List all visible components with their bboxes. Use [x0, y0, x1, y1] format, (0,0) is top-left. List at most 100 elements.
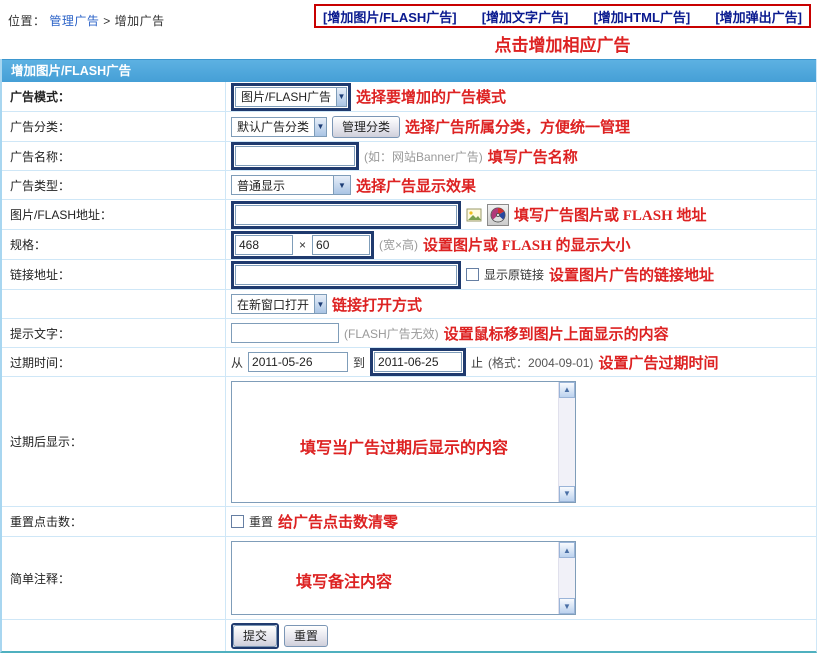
- expire-format-note: (格式：2004-09-01): [488, 354, 593, 371]
- date-to-input[interactable]: [374, 352, 462, 372]
- add-ad-links-box: [增加图片/FLASH广告] [增加文字广告] [增加HTML广告] [增加弹出…: [314, 4, 811, 28]
- textarea-scrollbar[interactable]: ▲ ▼: [558, 542, 575, 614]
- row-expired-content: 过期后显示： 填写当广告过期后显示的内容 ▲ ▼: [2, 377, 816, 507]
- flash-address-input[interactable]: [235, 205, 457, 225]
- highlight-box: [231, 142, 359, 170]
- comment-label: 简单注释：: [2, 537, 226, 619]
- date-from-input[interactable]: [248, 352, 348, 372]
- chevron-down-icon[interactable]: ▼: [336, 88, 346, 106]
- annotation-top-links: 点击增加相应广告: [314, 31, 811, 56]
- scroll-up-icon[interactable]: ▲: [559, 382, 575, 398]
- breadcrumb-location-label: 位置：: [8, 14, 46, 28]
- row-open-mode: 在新窗口打开 ▼ 链接打开方式: [2, 290, 816, 319]
- show-original-link-checkbox[interactable]: [466, 268, 479, 281]
- add-image-flash-ad-link[interactable]: [增加图片/FLASH广告]: [323, 7, 457, 26]
- annotation-tooltip: 设置鼠标移到图片上面显示的内容: [444, 323, 669, 344]
- ad-type-label: 广告类型：: [2, 171, 226, 199]
- highlight-box: 图片/FLASH广告 ▼: [231, 83, 351, 111]
- top-bar: 位置： 管理广告 > 增加广告 [增加图片/FLASH广告] [增加文字广告] …: [0, 0, 817, 59]
- ad-type-select[interactable]: 普通显示 ▼: [231, 175, 351, 195]
- open-mode-label-empty: [2, 290, 226, 318]
- width-input[interactable]: [235, 235, 293, 255]
- textarea-scrollbar[interactable]: ▲ ▼: [558, 382, 575, 502]
- expired-content-label: 过期后显示：: [2, 377, 226, 506]
- row-ad-type: 广告类型： 普通显示 ▼ 选择广告显示效果: [2, 171, 816, 200]
- row-link-address: 链接地址： 显示原链接 设置图片广告的链接地址: [2, 260, 816, 290]
- comment-textarea[interactable]: 填写备注内容 ▲ ▼: [231, 541, 576, 615]
- annotation-ad-mode: 选择要增加的广告模式: [356, 86, 506, 107]
- highlight-box: [231, 261, 461, 289]
- ad-category-label: 广告分类：: [2, 112, 226, 141]
- annotation-ad-type: 选择广告显示效果: [356, 175, 476, 196]
- ad-mode-label: 广告模式：: [2, 82, 226, 111]
- annotation-ad-name: 填写广告名称: [488, 146, 578, 167]
- row-actions: 提交 重置: [2, 620, 816, 651]
- reset-button[interactable]: 重置: [284, 625, 328, 647]
- actions-label-empty: [2, 620, 226, 651]
- reset-clicks-label: 重置点击数：: [2, 507, 226, 536]
- multiply-sign: ×: [299, 238, 306, 252]
- size-label: 规格：: [2, 230, 226, 259]
- highlight-box: ×: [231, 231, 374, 259]
- ad-name-note: (如：网站Banner广告): [364, 148, 483, 165]
- link-address-input[interactable]: [235, 265, 457, 285]
- expired-content-textarea[interactable]: 填写当广告过期后显示的内容 ▲ ▼: [231, 381, 576, 503]
- show-original-link-label: 显示原链接: [484, 266, 544, 283]
- row-tooltip-text: 提示文字： (FLASH广告无效) 设置鼠标移到图片上面显示的内容: [2, 319, 816, 348]
- height-input[interactable]: [312, 235, 370, 255]
- tooltip-text-input[interactable]: [231, 323, 339, 343]
- breadcrumb-link-manage-ads[interactable]: 管理广告: [49, 14, 99, 28]
- scroll-down-icon[interactable]: ▼: [559, 598, 575, 614]
- ad-mode-select[interactable]: 图片/FLASH广告 ▼: [235, 87, 347, 107]
- annotation-comment: 填写备注内容: [296, 568, 392, 592]
- expire-time-label: 过期时间：: [2, 348, 226, 376]
- row-expire-time: 过期时间： 从 到 止 (格式：2004-09-01) 设置广告过期时间: [2, 348, 816, 377]
- row-ad-mode: 广告模式： 图片/FLASH广告 ▼ 选择要增加的广告模式: [2, 82, 816, 112]
- size-note: (宽×高): [379, 236, 418, 253]
- annotation-link-address: 设置图片广告的链接地址: [549, 264, 714, 285]
- add-popup-ad-link[interactable]: [增加弹出广告]: [715, 7, 802, 26]
- highlight-box: [231, 201, 461, 229]
- annotation-expire: 设置广告过期时间: [598, 352, 718, 373]
- tooltip-note: (FLASH广告无效): [344, 325, 439, 342]
- chevron-down-icon[interactable]: ▼: [314, 295, 326, 313]
- row-flash-address: 图片/FLASH地址：: [2, 200, 816, 230]
- scroll-up-icon[interactable]: ▲: [559, 542, 575, 558]
- expire-end-label: 止: [471, 354, 483, 371]
- submit-focus-outline: 提交: [231, 623, 279, 649]
- annotation-size: 设置图片或 FLASH 的显示大小: [423, 234, 631, 255]
- expire-from-label: 从: [231, 354, 243, 371]
- breadcrumb-current: 增加广告: [115, 14, 165, 28]
- annotation-ad-category: 选择广告所属分类，方便统一管理: [405, 116, 630, 137]
- link-address-label: 链接地址：: [2, 260, 226, 289]
- annotation-expired-content: 填写当广告过期后显示的内容: [300, 434, 508, 458]
- add-ad-panel: 增加图片/FLASH广告 广告模式： 图片/FLASH广告 ▼ 选择要增加的广告…: [0, 59, 817, 653]
- flash-address-label: 图片/FLASH地址：: [2, 200, 226, 229]
- reset-clicks-checkbox[interactable]: [231, 515, 244, 528]
- annotation-reset-clicks: 给广告点击数清零: [278, 511, 398, 532]
- flash-icon[interactable]: [487, 204, 509, 226]
- row-ad-category: 广告分类： 默认广告分类 ▼ 管理分类 选择广告所属分类，方便统一管理: [2, 112, 816, 142]
- row-comment: 简单注释： 填写备注内容 ▲ ▼: [2, 537, 816, 620]
- open-mode-select[interactable]: 在新窗口打开 ▼: [231, 294, 327, 314]
- row-ad-name: 广告名称： (如：网站Banner广告) 填写广告名称: [2, 142, 816, 171]
- ad-category-select[interactable]: 默认广告分类 ▼: [231, 117, 327, 137]
- submit-button[interactable]: 提交: [233, 625, 277, 647]
- annotation-open-mode: 链接打开方式: [332, 294, 422, 315]
- chevron-down-icon[interactable]: ▼: [314, 118, 326, 136]
- add-html-ad-link[interactable]: [增加HTML广告]: [593, 7, 690, 26]
- expire-to-label: 到: [353, 354, 365, 371]
- reset-clicks-checkbox-label: 重置: [249, 513, 273, 530]
- highlight-box: [370, 348, 466, 376]
- image-icon[interactable]: [466, 207, 482, 223]
- chevron-down-icon[interactable]: ▼: [333, 176, 350, 194]
- manage-category-button[interactable]: 管理分类: [332, 116, 400, 138]
- row-size: 规格： × (宽×高) 设置图片或 FLASH 的显示大小: [2, 230, 816, 260]
- ad-name-label: 广告名称：: [2, 142, 226, 170]
- annotation-flash-address: 填写广告图片或 FLASH 地址: [514, 204, 707, 225]
- add-text-ad-link[interactable]: [增加文字广告]: [482, 7, 569, 26]
- scroll-down-icon[interactable]: ▼: [559, 486, 575, 502]
- row-reset-clicks: 重置点击数： 重置 给广告点击数清零: [2, 507, 816, 537]
- ad-name-input[interactable]: [235, 146, 355, 166]
- breadcrumb: 位置： 管理广告 > 增加广告: [8, 12, 165, 29]
